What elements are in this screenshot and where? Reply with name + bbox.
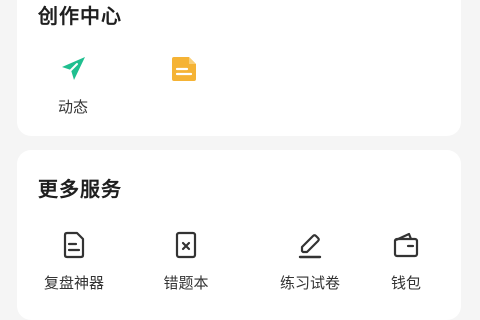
dynamic-button[interactable]: 动态 <box>28 54 118 117</box>
creation-center-card: 创作中心 动态 <box>17 0 461 136</box>
practice-paper-button[interactable]: 练习试卷 <box>265 230 355 293</box>
note-icon <box>63 231 85 259</box>
practice-paper-label: 练习试卷 <box>279 274 340 292</box>
review-tool-label: 复盘神器 <box>43 274 104 292</box>
pen-icon <box>298 234 322 259</box>
more-services-title: 更多服务 <box>38 177 122 201</box>
dynamic-label: 动态 <box>57 98 88 116</box>
creation-center-title: 创作中心 <box>38 4 122 28</box>
wallet-label: 钱包 <box>390 274 421 292</box>
send-icon <box>62 57 85 80</box>
document-button[interactable] <box>139 54 229 96</box>
wrong-book-button[interactable]: 错题本 <box>141 230 231 293</box>
wallet-icon <box>393 232 419 258</box>
more-services-card: 更多服务 复盘神器 错题本 练习试卷 钱包 <box>17 150 461 320</box>
document-icon <box>172 57 196 81</box>
wrong-book-label: 错题本 <box>163 274 209 292</box>
wrong-book-icon <box>175 231 197 259</box>
review-tool-button[interactable]: 复盘神器 <box>29 230 119 293</box>
wallet-button[interactable]: 钱包 <box>361 230 451 293</box>
